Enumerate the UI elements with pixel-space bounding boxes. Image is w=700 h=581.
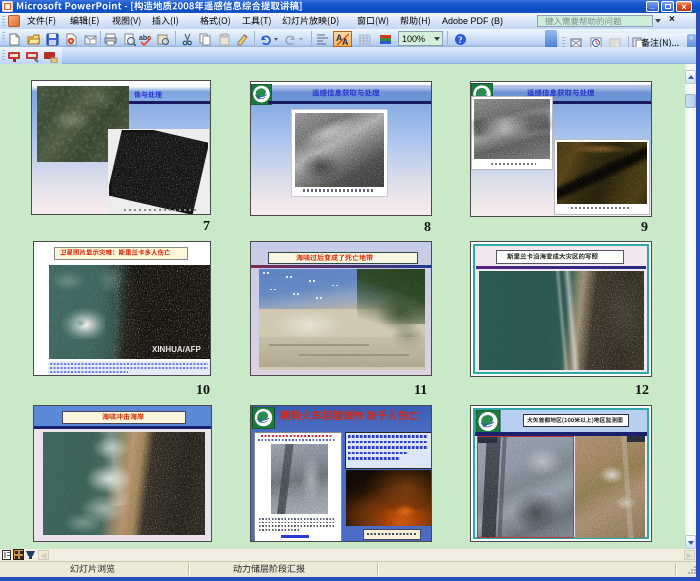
svg-text:abc: abc [139,35,151,42]
svg-text:A: A [342,37,349,46]
svg-text:?: ? [458,35,463,45]
